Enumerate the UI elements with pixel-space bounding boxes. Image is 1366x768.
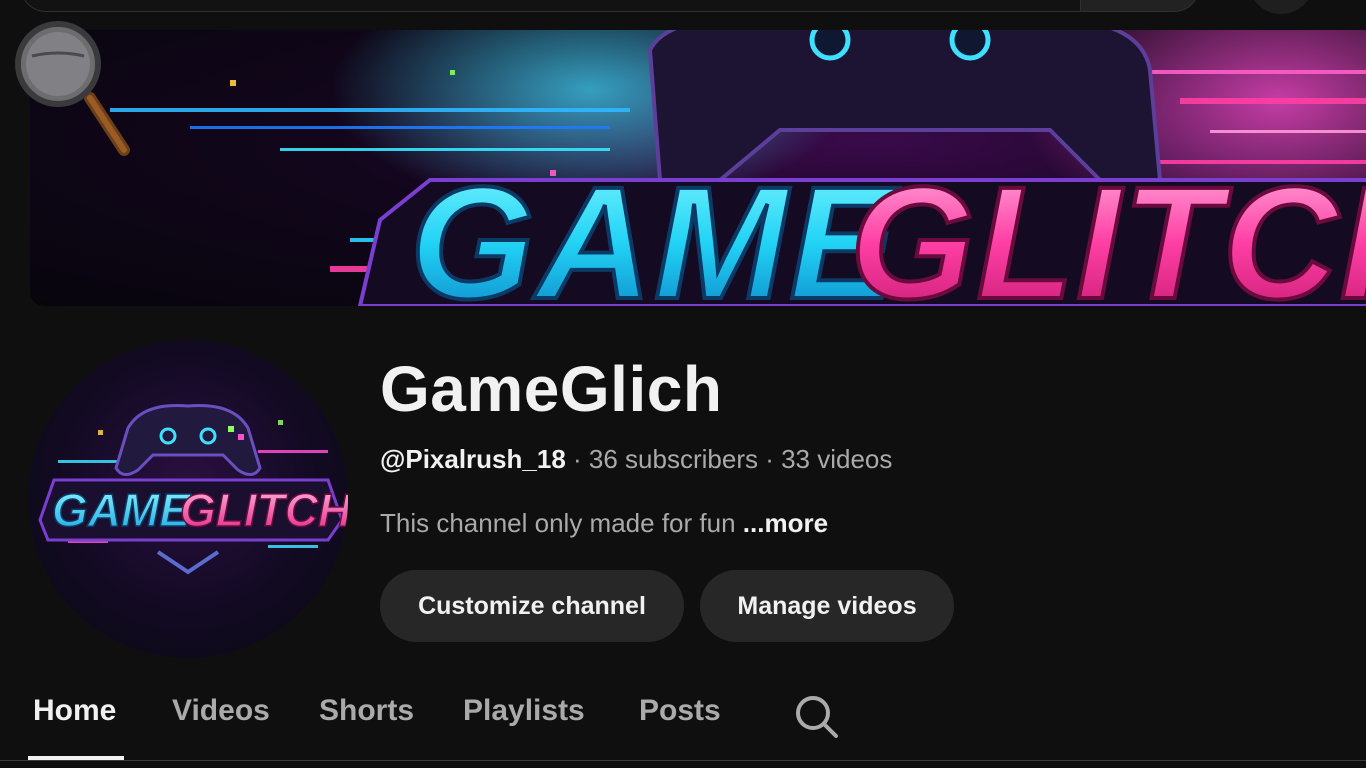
description-text: This channel only made for fun	[380, 508, 736, 538]
tabs-divider	[0, 760, 1366, 761]
manage-videos-button[interactable]: Manage videos	[700, 570, 954, 642]
banner-brand-right: GLITCH	[850, 153, 1366, 306]
channel-description: This channel only made for fun ...more	[380, 508, 828, 539]
tab-playlists[interactable]: Playlists	[463, 694, 585, 728]
banner-art: GAME GLITCH	[110, 30, 1366, 306]
meta-separator: ·	[565, 444, 589, 474]
video-count: 33 videos	[781, 444, 893, 474]
tab-shorts[interactable]: Shorts	[319, 694, 414, 728]
subscriber-count: 36 subscribers	[588, 444, 758, 474]
channel-page: GAME GLITCH	[0, 0, 1366, 768]
avatar-controller-icon	[114, 403, 262, 476]
tab-posts[interactable]: Posts	[639, 694, 721, 728]
channel-handle[interactable]: @Pixalrush_18	[380, 444, 566, 474]
avatar-brand-right: GLITCH	[180, 484, 348, 536]
customize-channel-button[interactable]: Customize channel	[380, 570, 684, 642]
channel-name: GameGlich	[380, 353, 723, 425]
top-search-bar	[0, 0, 1366, 14]
channel-banner: GAME GLITCH	[30, 30, 1366, 306]
avatar-brand-left: GAME	[52, 484, 191, 536]
channel-tabs: Home Videos Shorts Playlists Posts	[0, 676, 1366, 768]
voice-search-button[interactable]	[1248, 0, 1314, 14]
search-input[interactable]	[20, 0, 1080, 12]
tab-home[interactable]: Home	[33, 694, 116, 728]
channel-meta: @Pixalrush_18 · 36 subscribers · 33 vide…	[380, 444, 892, 475]
search-icon[interactable]	[792, 692, 840, 740]
channel-avatar[interactable]: GAME GLITCH	[28, 340, 348, 658]
banner-brand-left: GAME	[410, 153, 900, 306]
tab-videos[interactable]: Videos	[172, 694, 270, 728]
meta-separator: ·	[757, 444, 782, 474]
magnifier-icon	[15, 21, 130, 156]
search-button[interactable]	[1080, 0, 1200, 12]
avatar-art: GAME GLITCH	[38, 403, 348, 575]
more-link[interactable]: ...more	[743, 508, 828, 538]
